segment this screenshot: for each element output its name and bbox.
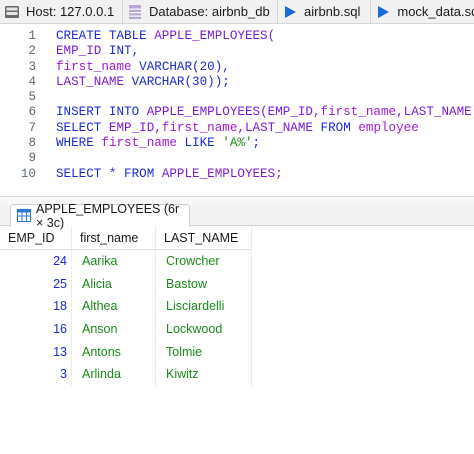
table-row[interactable]: 3 Arlinda Kiwitz [0, 362, 252, 386]
cell-last-name[interactable]: Tolmie [156, 340, 252, 363]
tab-airbnb-sql[interactable]: airbnb.sql [278, 0, 372, 23]
line-number: 1 [28, 29, 36, 43]
code-line[interactable]: LAST_NAME VARCHAR(30)); [56, 75, 474, 90]
code-token: INT, [108, 44, 140, 59]
cell-first-name[interactable]: Anson [72, 317, 156, 341]
play-icon [375, 4, 391, 20]
line-number: 2 [28, 44, 36, 59]
code-token: ; [252, 136, 261, 151]
table-row[interactable]: 24 Aarika Crowcher [0, 250, 252, 273]
code-line[interactable]: CREATE TABLE APPLE_EMPLOYEES( [56, 29, 474, 44]
code-token: LAST_NAME [56, 74, 132, 89]
result-grid[interactable]: EMP_ID first_name LAST_NAME 24 Aarika Cr… [0, 226, 252, 386]
tab-airbnb-sql-label: airbnb.sql [304, 4, 361, 19]
code-token: EMP_ID [56, 44, 109, 59]
code-token: FROM [320, 120, 359, 135]
code-token: first_name [101, 136, 185, 151]
table-row[interactable]: 13 Antons Tolmie [0, 340, 252, 363]
cell-emp-id[interactable]: 3 [0, 362, 72, 386]
code-token: INSERT INTO [56, 105, 147, 120]
code-token: SELECT [56, 120, 109, 135]
code-token: first_name [161, 120, 238, 135]
code-line[interactable]: SELECT * FROM APPLE_EMPLOYEES; [56, 167, 474, 182]
code-token: EMP_ID, [108, 120, 162, 135]
code-token: VARCHAR [131, 74, 185, 89]
code-line[interactable] [56, 151, 474, 166]
cell-first-name[interactable]: Arlinda [72, 362, 156, 386]
code-token: VARCHAR [139, 59, 193, 74]
column-header-last-name[interactable]: LAST_NAME [156, 226, 252, 249]
cell-last-name[interactable]: Kiwitz [156, 362, 252, 386]
result-tab-apple-employees[interactable]: APPLE_EMPLOYEES (6r × 3c) [10, 202, 190, 230]
code-token: first_name [320, 105, 397, 120]
line-number: 3 [28, 59, 36, 74]
cell-emp-id[interactable]: 24 [0, 250, 72, 273]
line-number: 4 [28, 74, 36, 89]
code-token: 'A%' [222, 136, 253, 151]
code-token: first_name [56, 59, 140, 74]
code-token: ,LAST_NAME) [396, 105, 474, 120]
code-area[interactable]: CREATE TABLE APPLE_EMPLOYEES(EMP_ID INT,… [56, 24, 474, 182]
cell-emp-id[interactable]: 13 [0, 340, 72, 363]
cell-emp-id[interactable]: 25 [0, 272, 72, 296]
code-token: (30)); [184, 74, 230, 89]
connection-tab-bar: Host: 127.0.0.1 Database: airbnb_db airb… [0, 0, 474, 24]
tab-host-label: Host: 127.0.0.1 [26, 4, 115, 19]
line-number: 8 [28, 136, 36, 151]
cell-last-name[interactable]: Crowcher [156, 250, 252, 273]
cell-first-name[interactable]: Aarika [72, 250, 156, 273]
code-token: APPLE_EMPLOYEES(EMP_ID, [146, 105, 321, 120]
code-token: CREATE TABLE [56, 29, 155, 43]
column-header-first-name[interactable]: first_name [72, 226, 156, 249]
cell-last-name[interactable]: Lisciardelli [156, 295, 252, 318]
code-token: APPLE_EMPLOYEES; [161, 166, 283, 181]
play-icon [282, 4, 298, 20]
code-line[interactable]: INSERT INTO APPLE_EMPLOYEES(EMP_ID,first… [56, 105, 474, 120]
code-token: employee [358, 120, 419, 135]
cell-emp-id[interactable]: 18 [0, 295, 72, 318]
code-line[interactable]: WHERE first_name LIKE 'A%'; [56, 136, 474, 151]
tab-mock-data-sql[interactable]: mock_data.sql [371, 0, 474, 23]
code-token: WHERE [56, 136, 102, 151]
code-token: APPLE_EMPLOYEES( [154, 29, 276, 43]
line-number: 10 [20, 166, 36, 181]
line-number-gutter: 1 2 3 4 5 6 7 8 9 10 [0, 24, 40, 196]
table-grid-icon [17, 209, 31, 222]
sql-editor[interactable]: 1 2 3 4 5 6 7 8 9 10 CREATE TABLE APPLE_EMPLOYEES… [0, 24, 474, 196]
grid-header-row: EMP_ID first_name LAST_NAME [0, 226, 252, 250]
cell-emp-id[interactable]: 16 [0, 317, 72, 341]
tab-database[interactable]: Database: airbnb_db [123, 0, 278, 23]
code-token: SELECT * FROM [56, 166, 162, 181]
code-token: (20), [192, 59, 230, 74]
code-line[interactable]: first_name VARCHAR(20), [56, 60, 474, 75]
cell-last-name[interactable]: Lockwood [156, 317, 252, 341]
line-number: 9 [28, 151, 36, 166]
table-row[interactable]: 16 Anson Lockwood [0, 317, 252, 341]
database-icon [127, 4, 143, 20]
line-number: 6 [28, 105, 36, 120]
cell-first-name[interactable]: Alicia [72, 272, 156, 296]
code-token: ,LAST_NAME [237, 120, 321, 135]
cell-last-name[interactable]: Bastow [156, 272, 252, 296]
code-token: LIKE [184, 136, 223, 151]
tab-host[interactable]: Host: 127.0.0.1 [0, 0, 123, 23]
table-row[interactable]: 25 Alicia Bastow [0, 272, 252, 296]
cell-first-name[interactable]: Antons [72, 340, 156, 363]
code-line[interactable] [56, 90, 474, 105]
line-number: 7 [28, 120, 36, 135]
result-tab-bar: APPLE_EMPLOYEES (6r × 3c) [0, 202, 474, 230]
table-row[interactable]: 18 Althea Lisciardelli [0, 295, 252, 318]
code-line[interactable]: EMP_ID INT, [56, 44, 474, 59]
host-icon [4, 4, 20, 20]
column-header-emp-id[interactable]: EMP_ID [0, 226, 72, 249]
tab-database-label: Database: airbnb_db [149, 4, 270, 19]
cell-first-name[interactable]: Althea [72, 295, 156, 318]
tab-mock-data-sql-label: mock_data.sql [397, 4, 474, 19]
code-line[interactable]: SELECT EMP_ID,first_name,LAST_NAME FROM … [56, 121, 474, 136]
line-number: 5 [28, 90, 36, 105]
